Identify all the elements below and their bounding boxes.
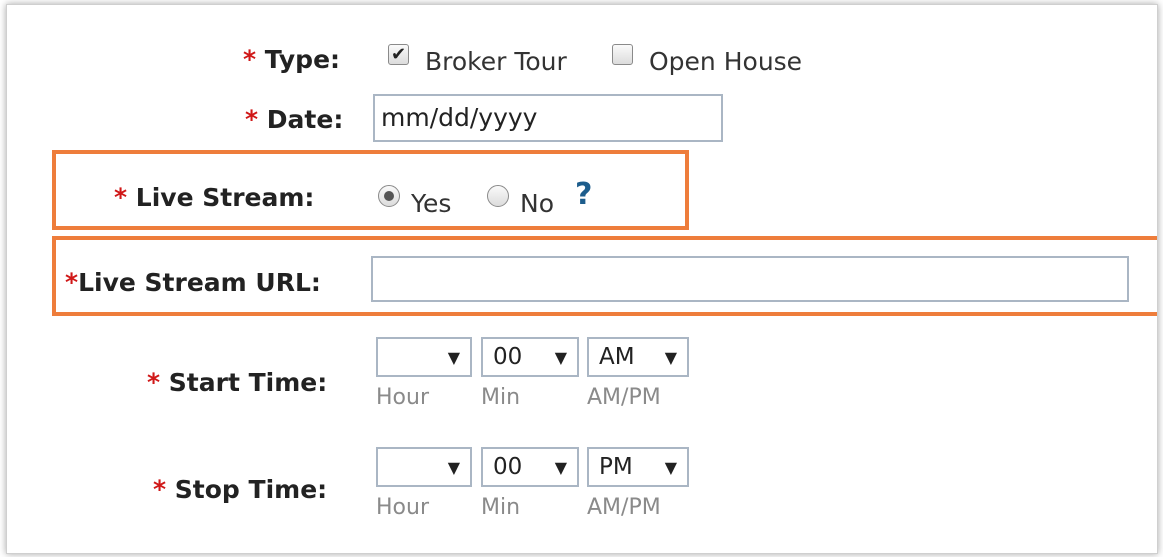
open-house-checkbox[interactable] <box>612 44 633 65</box>
live-stream-yes-radio[interactable] <box>378 185 400 207</box>
open-house-label[interactable]: Open House <box>649 47 802 76</box>
required-asterisk: * <box>153 475 167 504</box>
required-asterisk: * <box>147 368 161 397</box>
dropdown-arrow-icon: ▼ <box>447 348 460 367</box>
required-asterisk: * <box>65 268 79 297</box>
radio-selected-dot <box>384 191 394 201</box>
stop-min-select[interactable]: 00 ▼ <box>481 447 579 487</box>
dropdown-arrow-icon: ▼ <box>554 348 567 367</box>
dropdown-arrow-icon: ▼ <box>554 458 567 477</box>
type-label: * Type: <box>243 45 341 74</box>
live-stream-url-input[interactable] <box>371 256 1129 302</box>
stop-time-label: * Stop Time: <box>153 475 328 504</box>
live-stream-no-label[interactable]: No <box>520 189 554 218</box>
stop-min-caption: Min <box>481 495 521 520</box>
broker-tour-label[interactable]: Broker Tour <box>425 47 567 76</box>
start-min-caption: Min <box>481 385 521 410</box>
date-label: * Date: <box>245 105 344 134</box>
start-ampm-caption: AM/PM <box>587 385 661 410</box>
dropdown-arrow-icon: ▼ <box>447 458 460 477</box>
date-input[interactable]: mm/dd/yyyy <box>373 94 723 142</box>
start-min-select[interactable]: 00 ▼ <box>481 337 579 377</box>
live-stream-url-label: *Live Stream URL: <box>65 268 321 297</box>
required-asterisk: * <box>245 105 259 134</box>
check-mark-icon: ✔ <box>390 44 407 65</box>
start-time-label: * Start Time: <box>147 368 328 397</box>
form-panel: * Type: ✔ Broker Tour Open House * Date:… <box>6 4 1158 554</box>
stop-ampm-caption: AM/PM <box>587 495 661 520</box>
start-ampm-select[interactable]: AM ▼ <box>587 337 689 377</box>
broker-tour-checkbox[interactable]: ✔ <box>388 44 409 65</box>
start-hour-caption: Hour <box>376 385 429 410</box>
stop-ampm-select[interactable]: PM ▼ <box>587 447 689 487</box>
required-asterisk: * <box>114 183 128 212</box>
stop-hour-select[interactable]: ▼ <box>376 447 472 487</box>
start-hour-select[interactable]: ▼ <box>376 337 472 377</box>
dropdown-arrow-icon: ▼ <box>664 458 677 477</box>
live-stream-no-radio[interactable] <box>487 185 509 207</box>
stop-hour-caption: Hour <box>376 495 429 520</box>
live-stream-yes-label[interactable]: Yes <box>411 189 451 218</box>
live-stream-label: * Live Stream: <box>114 183 315 212</box>
help-question-icon[interactable]: ? <box>575 177 592 212</box>
dropdown-arrow-icon: ▼ <box>664 348 677 367</box>
required-asterisk: * <box>243 45 257 74</box>
